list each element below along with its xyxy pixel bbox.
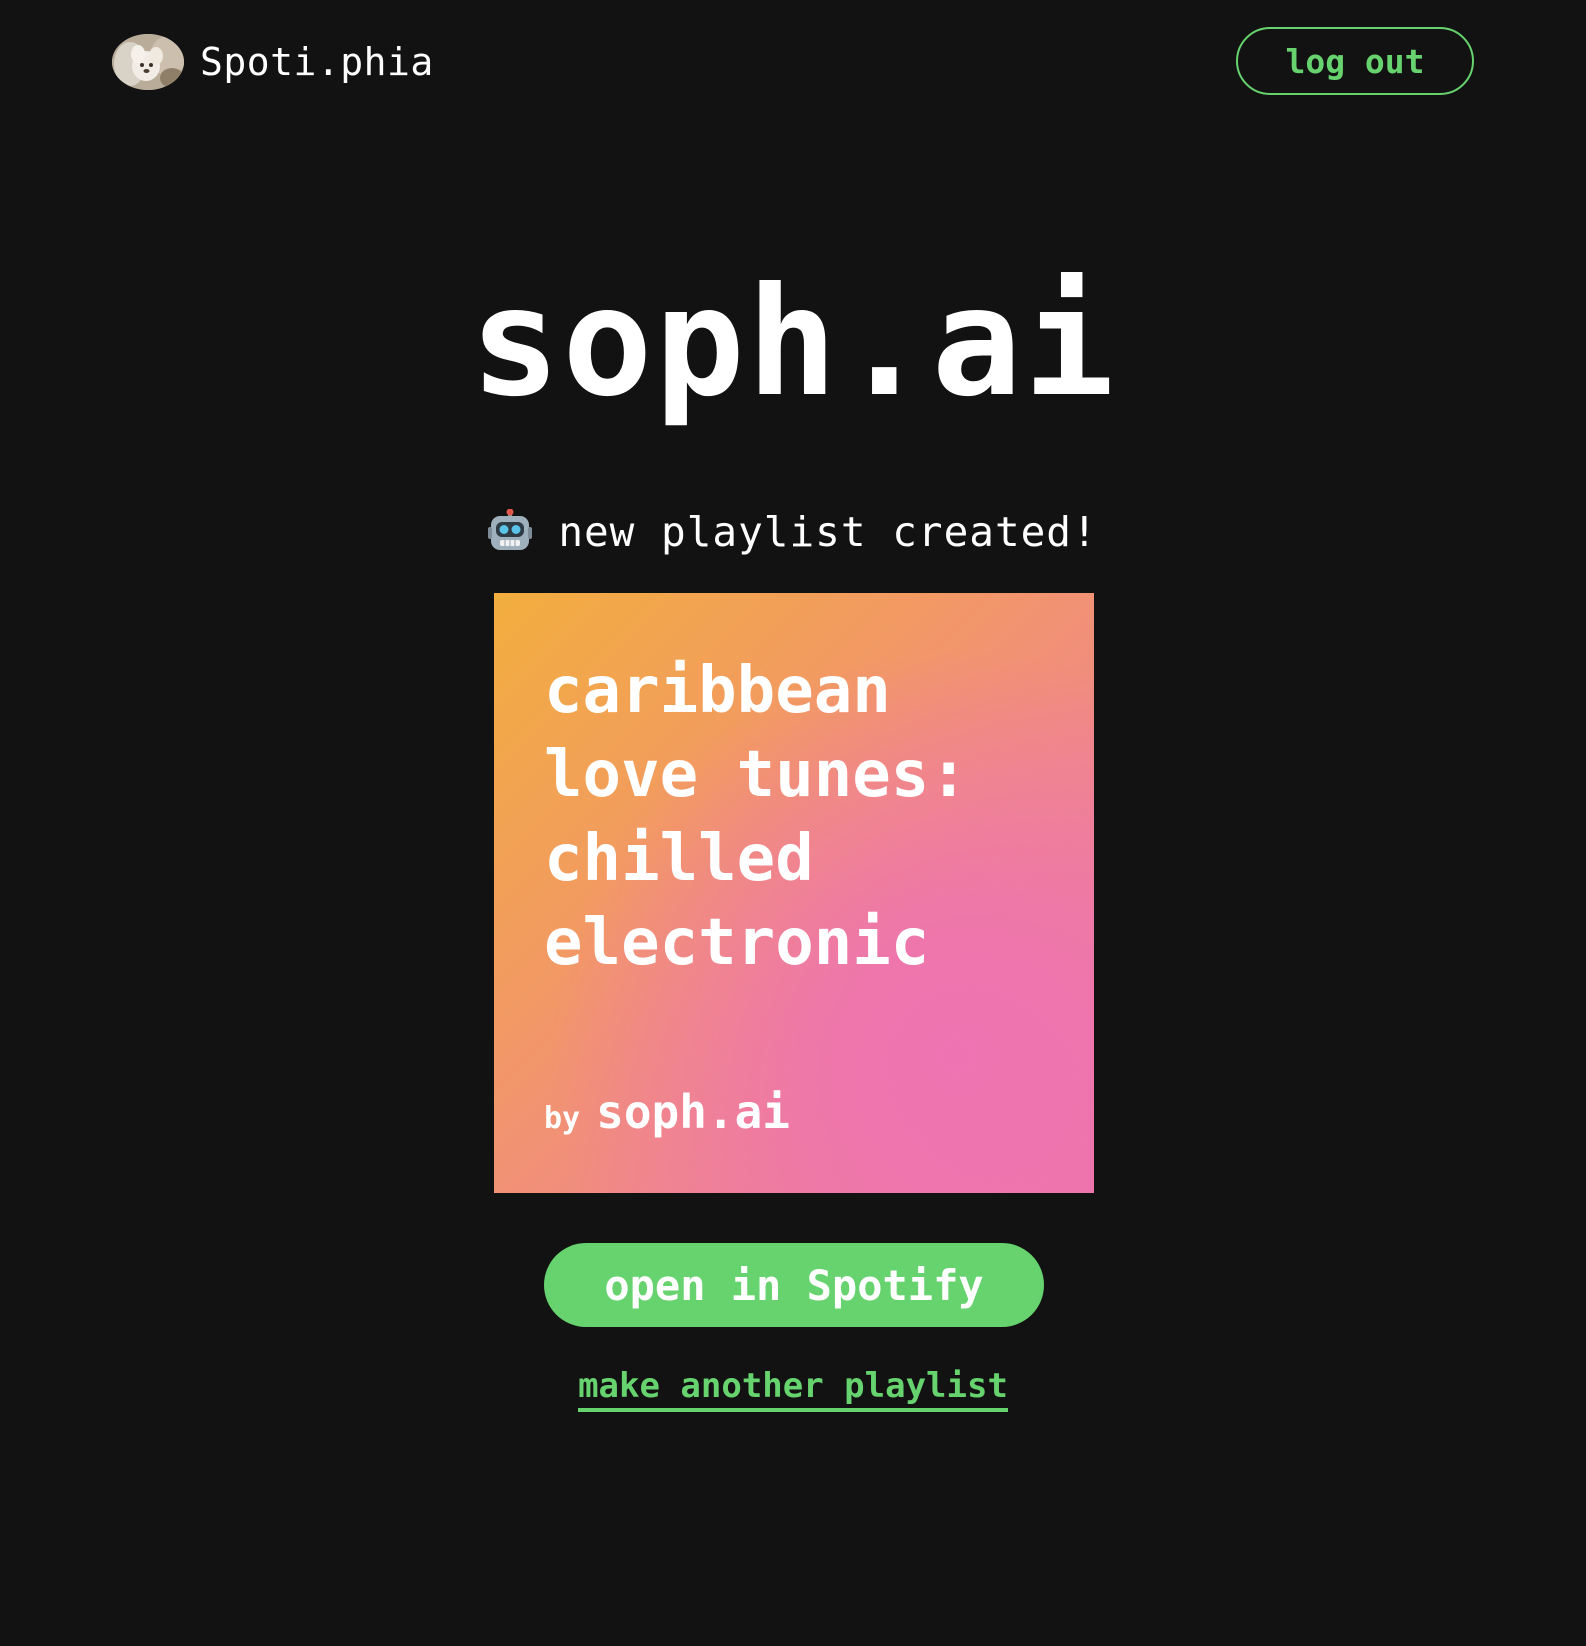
robot-icon <box>488 509 533 555</box>
playlist-credit: by soph.ai <box>544 1085 790 1139</box>
status-text: new playlist created! <box>558 508 1098 556</box>
credit-name: soph.ai <box>596 1085 790 1139</box>
dog-photo-icon <box>112 34 184 90</box>
avatar <box>112 34 184 90</box>
open-in-spotify-button[interactable]: open in Spotify <box>544 1243 1044 1327</box>
credit-prefix: by <box>544 1101 581 1136</box>
make-another-playlist-link[interactable]: make another playlist <box>578 1366 1008 1412</box>
header: Spoti.phia log out <box>0 0 1586 130</box>
playlist-title: caribbean love tunes: chilled electronic <box>544 654 968 980</box>
page-title: soph.ai <box>469 256 1117 430</box>
make-another-container: make another playlist <box>0 1366 1586 1412</box>
status-message: new playlist created! <box>0 508 1586 556</box>
brand[interactable]: Spoti.phia <box>112 34 434 90</box>
playlist-cover: caribbean love tunes: chilled electronic… <box>494 593 1094 1193</box>
logout-button[interactable]: log out <box>1236 27 1474 95</box>
brand-name: Spoti.phia <box>200 40 434 84</box>
